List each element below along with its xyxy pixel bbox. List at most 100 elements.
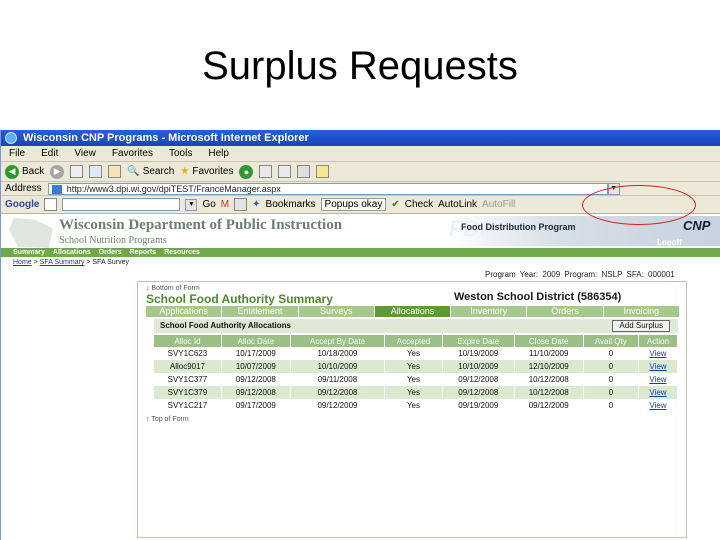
bookmarks-button[interactable]: Bookmarks bbox=[266, 199, 316, 210]
table-row: SVY1C377 09/12/2008 09/11/2008 Yes 09/12… bbox=[154, 373, 679, 386]
menu-help[interactable]: Help bbox=[208, 148, 229, 159]
menu-favorites[interactable]: Favorites bbox=[112, 148, 153, 159]
cell-alloc-id: SVY1C217 bbox=[154, 399, 222, 412]
back-arrow-icon: ◀ bbox=[5, 164, 19, 179]
breadcrumb-sfa-summary[interactable]: SFA Summary bbox=[40, 259, 85, 266]
slide-title: Surplus Requests bbox=[202, 44, 518, 88]
tab-allocations[interactable]: Allocations bbox=[374, 306, 452, 317]
wisconsin-map-logo bbox=[9, 218, 53, 248]
menu-file[interactable]: File bbox=[9, 148, 25, 159]
cell-alloc-id: Alloc9017 bbox=[154, 360, 222, 373]
popups-button[interactable]: Popups okay bbox=[320, 198, 387, 211]
mail-icon[interactable] bbox=[278, 165, 292, 178]
search-button[interactable]: 🔍 Search bbox=[127, 166, 174, 177]
breadcrumb: Home > SFA Summary > SFA Survey bbox=[13, 259, 129, 266]
autolink-button[interactable]: AutoLink bbox=[438, 199, 477, 210]
google-logo: Google bbox=[5, 199, 40, 210]
favorites-button[interactable]: ★ Favorites bbox=[180, 166, 233, 177]
table-header-row: Alloc Id Alloc Date Accept By Date Accep… bbox=[154, 335, 679, 347]
tab-applications[interactable]: Applications bbox=[146, 306, 223, 317]
tab-invoicing[interactable]: Invoicing bbox=[603, 306, 680, 317]
view-link[interactable]: View bbox=[638, 347, 679, 360]
tab-inventory[interactable]: Inventory bbox=[451, 306, 528, 317]
top-of-form-link[interactable]: ↑ Top of Form bbox=[146, 416, 189, 423]
table-row: Alloc9017 10/07/2009 10/10/2009 Yes 10/1… bbox=[154, 360, 679, 373]
col-expire-date[interactable]: Expire Date bbox=[442, 335, 515, 347]
folder-icon[interactable] bbox=[316, 165, 330, 178]
address-value: http://www3.dpi.wi.gov/dpiTEST/FranceMan… bbox=[66, 183, 281, 194]
google-go-button[interactable]: Go bbox=[202, 199, 215, 210]
logoff-link[interactable]: Logoff bbox=[657, 238, 682, 247]
view-link[interactable]: View bbox=[638, 386, 679, 399]
cell-alloc-id: SVY1C623 bbox=[154, 347, 222, 360]
add-surplus-button[interactable]: Add Surplus bbox=[612, 320, 670, 332]
dept-subtitle: School Nutrition Programs bbox=[59, 235, 167, 246]
cell-accept-by-date: 10/10/2009 bbox=[290, 360, 386, 373]
cell-alloc-date: 10/07/2009 bbox=[221, 360, 291, 373]
nav-summary[interactable]: Summary bbox=[13, 249, 45, 256]
nav-reports[interactable]: Reports bbox=[130, 249, 156, 256]
cell-close-date: 09/12/2009 bbox=[514, 399, 584, 412]
gmail-icon[interactable]: M bbox=[221, 199, 229, 210]
bottom-of-form-link[interactable]: ↓ Bottom of Form bbox=[146, 285, 200, 292]
fdp-title: Food Distribution Program bbox=[461, 222, 576, 232]
sfa-summary-panel: ↓ Bottom of Form School Food Authority S… bbox=[137, 281, 687, 538]
cell-alloc-date: 09/12/2008 bbox=[221, 373, 291, 386]
history-icon[interactable] bbox=[259, 165, 273, 178]
cell-close-date: 10/12/2008 bbox=[514, 373, 584, 386]
cell-avail-qty: 0 bbox=[583, 347, 639, 360]
back-button[interactable]: ◀ Back bbox=[5, 164, 44, 179]
col-accepted[interactable]: Accepted bbox=[384, 335, 443, 347]
toolbar-icon[interactable] bbox=[234, 198, 248, 211]
tab-orders[interactable]: Orders bbox=[527, 306, 604, 317]
media-icon[interactable]: ● bbox=[239, 164, 254, 179]
print-icon[interactable] bbox=[297, 165, 311, 178]
col-accept-by-date[interactable]: Accept By Date bbox=[290, 335, 386, 347]
district-name: Weston School District (586354) bbox=[454, 291, 622, 303]
allocations-table: Alloc Id Alloc Date Accept By Date Accep… bbox=[154, 335, 679, 412]
google-search-input[interactable] bbox=[62, 198, 181, 211]
menu-view[interactable]: View bbox=[74, 148, 96, 159]
page-content: Wisconsin Department of Public Instructi… bbox=[1, 214, 720, 538]
window-title: Wisconsin CNP Programs - Microsoft Inter… bbox=[23, 132, 309, 144]
cell-alloc-id: SVY1C377 bbox=[154, 373, 222, 386]
google-dropdown-icon[interactable]: ▼ bbox=[185, 198, 198, 211]
home-icon[interactable] bbox=[108, 165, 122, 178]
nav-resources[interactable]: Resources bbox=[164, 249, 200, 256]
autofill-button[interactable]: AutoFill bbox=[482, 199, 515, 210]
cell-close-date: 12/10/2009 bbox=[514, 360, 584, 373]
breadcrumb-home[interactable]: Home bbox=[13, 259, 32, 266]
tab-entitlement[interactable]: Entitlement bbox=[222, 306, 299, 317]
menu-tools[interactable]: Tools bbox=[169, 148, 192, 159]
view-link[interactable]: View bbox=[638, 373, 679, 386]
view-link[interactable]: View bbox=[638, 399, 679, 412]
stop-icon[interactable] bbox=[70, 165, 84, 178]
col-avail-qty[interactable]: Avail Qty bbox=[583, 335, 639, 347]
dept-title: Wisconsin Department of Public Instructi… bbox=[59, 217, 343, 233]
menu-edit[interactable]: Edit bbox=[41, 148, 58, 159]
cell-expire-date: 10/19/2009 bbox=[442, 347, 515, 360]
nav-allocations[interactable]: Allocations bbox=[53, 249, 91, 256]
section-title: School Food Authority Allocations bbox=[160, 321, 291, 330]
cell-close-date: 10/12/2008 bbox=[514, 386, 584, 399]
address-input[interactable]: http://www3.dpi.wi.gov/dpiTEST/FranceMan… bbox=[47, 182, 608, 195]
col-alloc-id[interactable]: Alloc Id bbox=[154, 335, 222, 347]
table-row: SVY1C217 09/17/2009 09/12/2009 Yes 09/19… bbox=[154, 399, 679, 412]
refresh-icon[interactable] bbox=[89, 165, 103, 178]
check-button[interactable]: Check bbox=[405, 199, 433, 210]
allocations-section-header: School Food Authority Allocations Add Su… bbox=[154, 319, 678, 333]
col-alloc-date[interactable]: Alloc Date bbox=[221, 335, 291, 347]
google-menu-icon[interactable] bbox=[44, 198, 58, 211]
bottom-of-form-label: Bottom of Form bbox=[151, 285, 200, 292]
tab-surveys[interactable]: Surveys bbox=[298, 306, 375, 317]
cell-alloc-date: 10/17/2009 bbox=[221, 347, 291, 360]
nav-orders[interactable]: Orders bbox=[99, 249, 122, 256]
view-link[interactable]: View bbox=[638, 360, 679, 373]
breadcrumb-sfa-survey: SFA Survey bbox=[92, 259, 129, 266]
menu-bar: File Edit View Favorites Tools Help bbox=[1, 146, 720, 162]
col-close-date[interactable]: Close Date bbox=[514, 335, 584, 347]
cell-accepted: Yes bbox=[384, 399, 443, 412]
cell-avail-qty: 0 bbox=[583, 386, 639, 399]
forward-arrow-icon[interactable]: ▶ bbox=[50, 164, 65, 179]
table-row: SVY1C623 10/17/2009 10/18/2009 Yes 10/19… bbox=[154, 347, 679, 360]
